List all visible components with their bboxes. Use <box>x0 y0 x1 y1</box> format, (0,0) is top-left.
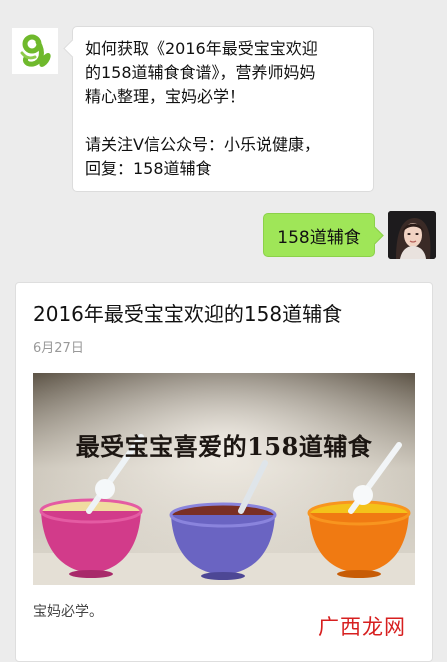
green-logo-icon <box>12 28 58 74</box>
cover-headline: 最受宝宝喜爱的158道辅食 <box>75 432 373 461</box>
user-photo-icon <box>388 211 436 259</box>
article-description: 宝妈必学。 <box>33 604 103 620</box>
message-line: 请关注V信公众号：小乐说健康， <box>85 135 320 154</box>
article-date: 6月27日 <box>33 341 84 356</box>
baby-food-bowls-illustration <box>33 373 415 585</box>
sender-avatar[interactable] <box>12 28 58 74</box>
user-avatar[interactable] <box>388 211 436 259</box>
watermark-text: 广西龙网 <box>318 615 406 639</box>
article-card[interactable]: 2016年最受宝宝欢迎的158道辅食 6月27日 最受宝宝喜爱的158道辅食 宝… <box>15 282 433 662</box>
article-title[interactable]: 2016年最受宝宝欢迎的158道辅食 <box>33 298 342 327</box>
message-line: 回复：158道辅食 <box>85 159 212 178</box>
message-line: 的158道辅食食谱》，营养师妈妈 <box>85 63 316 82</box>
article-cover-image[interactable]: 最受宝宝喜爱的158道辅食 <box>33 373 415 585</box>
message-line: 如何获取《2016年最受宝宝欢迎 <box>85 39 318 58</box>
message-line: 精心整理，宝妈必学！ <box>85 87 246 106</box>
outgoing-message-bubble[interactable]: 158道辅食 <box>263 213 375 257</box>
incoming-message-bubble[interactable]: 如何获取《2016年最受宝宝欢迎 的158道辅食食谱》，营养师妈妈 精心整理，宝… <box>72 26 374 192</box>
outgoing-message-text: 158道辅食 <box>277 227 361 248</box>
